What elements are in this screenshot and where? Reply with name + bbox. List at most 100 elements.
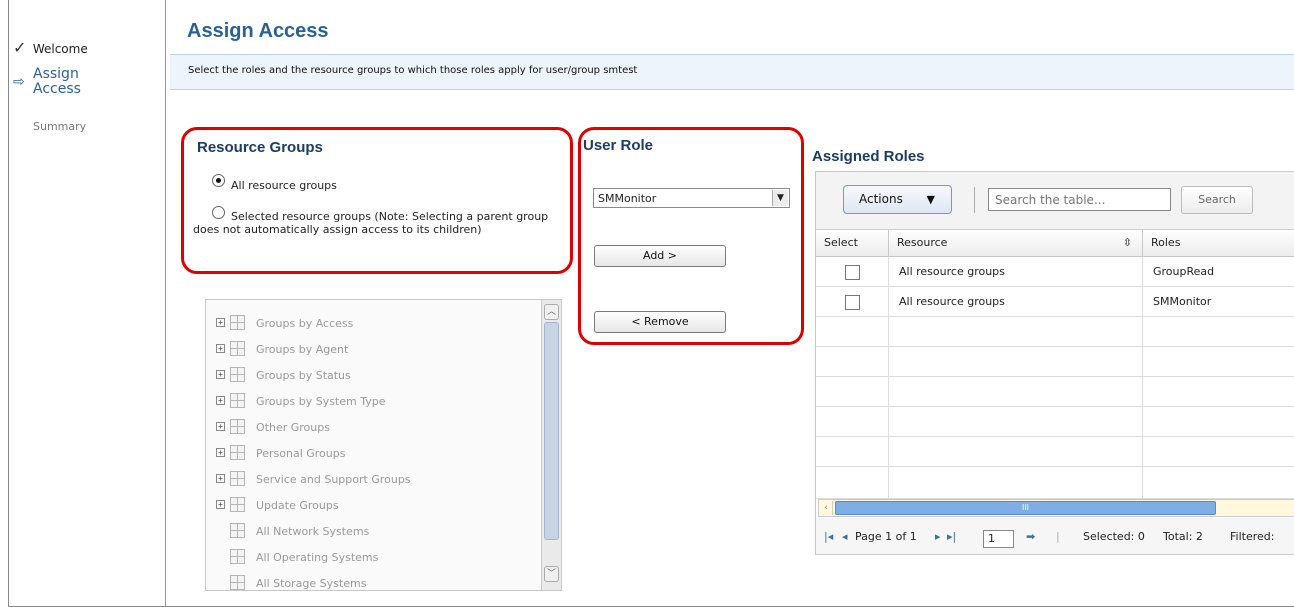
expand-icon[interactable]: +: [216, 422, 225, 431]
expand-icon[interactable]: +: [216, 500, 225, 509]
select-cell: [816, 257, 889, 287]
scroll-up-icon[interactable]: ︿: [544, 304, 559, 320]
user-role-select[interactable]: SMMonitor ▼: [593, 188, 790, 208]
group-icon: [230, 367, 245, 382]
page-description: Select the roles and the resource groups…: [188, 65, 638, 76]
chevron-down-icon[interactable]: ▼: [772, 190, 788, 206]
tree-item-label: Groups by Status: [256, 369, 351, 382]
tree-item[interactable]: + Groups by Agent: [206, 336, 536, 362]
tree-item[interactable]: All Network Systems: [206, 518, 536, 544]
description-bar: Select the roles and the resource groups…: [170, 54, 1294, 90]
user-role-title: User Role: [583, 137, 654, 154]
tree-item[interactable]: + Update Groups: [206, 492, 536, 518]
next-page-icon[interactable]: ▸: [935, 530, 941, 543]
tree-item-label: All Network Systems: [256, 525, 370, 538]
tree-item[interactable]: + Groups by Status: [206, 362, 536, 388]
wizard-step-summary[interactable]: Summary: [33, 120, 86, 133]
expand-icon[interactable]: +: [216, 318, 225, 327]
tree-scrollbar[interactable]: ︿ ﹀: [541, 300, 561, 590]
column-header-select[interactable]: Select: [816, 230, 889, 257]
scroll-down-icon[interactable]: ﹀: [544, 566, 559, 582]
sort-icon[interactable]: ⇳: [1123, 230, 1132, 256]
column-header-resource[interactable]: Resource ⇳: [889, 230, 1143, 257]
scrollbar-thumb[interactable]: [544, 322, 559, 540]
table-row-empty: [816, 317, 1294, 347]
empty-cell: [816, 437, 889, 467]
expand-icon[interactable]: +: [216, 396, 225, 405]
tree-item-label: Groups by Access: [256, 317, 354, 330]
column-header-label: Resource: [897, 236, 948, 249]
arrow-right-icon: ⇨: [13, 74, 25, 90]
table-row-empty: [816, 347, 1294, 377]
expand-icon[interactable]: +: [216, 448, 225, 457]
search-button[interactable]: Search: [1181, 186, 1253, 214]
resource-groups-title: Resource Groups: [197, 139, 323, 156]
assigned-roles-title: Assigned Roles: [812, 148, 925, 165]
tree-item-label: Other Groups: [256, 421, 330, 434]
group-icon: [230, 445, 245, 460]
roles-cell: SMMonitor: [1153, 295, 1212, 308]
tree-item-label: Groups by Agent: [256, 343, 349, 356]
first-page-icon[interactable]: |◂: [824, 530, 833, 543]
table-row[interactable]: All resource groups SMMonitor: [816, 287, 1294, 317]
wizard-step-welcome[interactable]: ✓ Welcome: [13, 38, 88, 57]
empty-cell: [816, 317, 889, 347]
toolbar-separator: [974, 187, 975, 213]
empty-cell: [889, 347, 1143, 377]
tree-item[interactable]: + Groups by System Type: [206, 388, 536, 414]
empty-cell: [889, 467, 1143, 499]
actions-label: Actions: [859, 192, 903, 206]
check-icon: ✓: [13, 38, 27, 57]
scroll-left-icon[interactable]: ‹: [820, 501, 833, 515]
empty-cell: [816, 377, 889, 407]
page-number-input[interactable]: 1: [983, 530, 1014, 548]
empty-cell: [816, 407, 889, 437]
tree-item-label: All Operating Systems: [256, 551, 379, 564]
last-page-icon[interactable]: ▸|: [947, 530, 956, 543]
group-icon: [230, 549, 245, 564]
group-icon: [230, 393, 245, 408]
user-role-value: SMMonitor: [598, 192, 657, 205]
horizontal-scrollbar[interactable]: ‹ III: [818, 499, 1294, 517]
tree-item-label: Groups by System Type: [256, 395, 386, 408]
previous-page-icon[interactable]: ◂: [842, 530, 848, 543]
actions-button[interactable]: Actions ▼: [843, 185, 952, 214]
resource-group-tree[interactable]: + Groups by Access + Groups by Agent + G…: [205, 299, 562, 591]
group-icon: [230, 523, 245, 538]
table-row[interactable]: All resource groups GroupRead: [816, 257, 1294, 287]
scrollbar-thumb[interactable]: III: [835, 501, 1216, 515]
row-checkbox[interactable]: [845, 295, 860, 310]
tree-item-label: All Storage Systems: [256, 577, 367, 590]
page-indicator: Page 1 of 1: [855, 530, 917, 543]
tree-item[interactable]: + Groups by Access: [206, 310, 536, 336]
assigned-roles-table: Actions ▼ Search Select Resource ⇳ Roles…: [815, 171, 1294, 555]
tree-item[interactable]: All Storage Systems: [206, 570, 536, 590]
expand-icon[interactable]: +: [216, 370, 225, 379]
table-search-input[interactable]: [988, 188, 1171, 211]
row-checkbox[interactable]: [845, 265, 860, 280]
caret-down-icon: ▼: [926, 193, 935, 206]
group-icon: [230, 419, 245, 434]
page-title: Assign Access: [187, 20, 329, 42]
tree-item[interactable]: + Personal Groups: [206, 440, 536, 466]
expand-icon[interactable]: +: [216, 344, 225, 353]
remove-button[interactable]: < Remove: [594, 311, 726, 333]
add-button[interactable]: Add >: [594, 245, 726, 267]
tree-item[interactable]: All Operating Systems: [206, 544, 536, 570]
selected-count: Selected: 0: [1083, 530, 1145, 543]
tree-item[interactable]: + Other Groups: [206, 414, 536, 440]
go-arrow-icon[interactable]: ➡: [1026, 530, 1035, 543]
wizard-step-label: Summary: [33, 120, 87, 133]
wizard-step-label: Welcome: [32, 42, 88, 56]
table-row-empty: [816, 377, 1294, 407]
tree-item-label: Service and Support Groups: [256, 473, 411, 486]
wizard-step-label: Assign Access: [33, 66, 81, 97]
select-cell: [816, 287, 889, 317]
empty-cell: [889, 317, 1143, 347]
empty-cell: [816, 347, 889, 377]
radio-all-label: All resource groups: [231, 179, 337, 192]
tree-item[interactable]: + Service and Support Groups: [206, 466, 536, 492]
expand-icon[interactable]: +: [216, 474, 225, 483]
column-header-roles[interactable]: Roles: [1143, 230, 1294, 257]
radio-all-resource-groups[interactable]: [212, 174, 225, 187]
